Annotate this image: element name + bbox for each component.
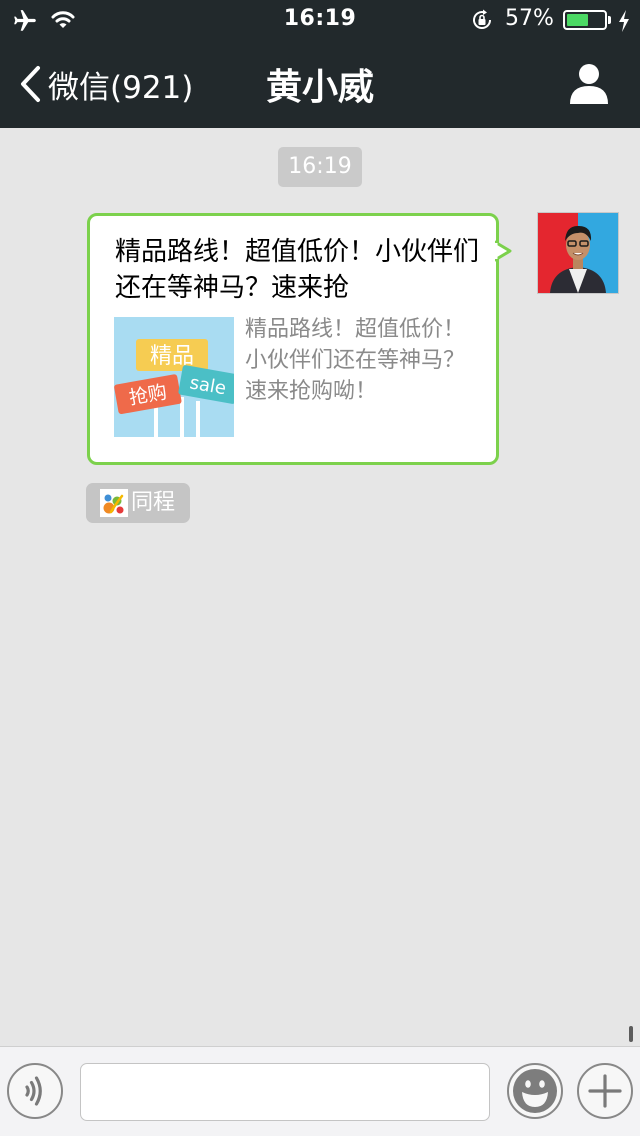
battery-percent: 57% xyxy=(505,6,554,31)
plus-icon xyxy=(588,1074,622,1108)
thumb-sign-top: 精品 xyxy=(150,344,194,369)
emoji-button[interactable] xyxy=(507,1063,563,1119)
more-button[interactable] xyxy=(577,1063,633,1119)
scroll-indicator xyxy=(629,1026,633,1042)
message-timestamp: 16:19 xyxy=(278,147,362,187)
message-title: 精品路线！超值低价！小伙伴们还在等神马？速来抢 xyxy=(115,237,480,303)
source-app-label: 同程 xyxy=(131,490,176,515)
rotation-lock-icon xyxy=(473,9,492,29)
chevron-left-icon xyxy=(21,66,40,102)
back-label: 微信(921) xyxy=(48,69,194,106)
message-description: 精品路线！超值低价！小伙伴们还在等神马？速来抢购呦！ xyxy=(245,317,466,404)
bubble-tail xyxy=(495,240,512,262)
message-input[interactable] xyxy=(80,1063,490,1121)
charging-bolt-icon xyxy=(619,10,629,32)
status-bar: 16:19 57% xyxy=(0,0,640,40)
shared-link-message[interactable]: 精品路线！超值低价！小伙伴们还在等神马？速来抢 精品 抢购 sale 精品路线！… xyxy=(87,213,499,465)
top-bar: 16:19 57% 微信(921) 黄小威 xyxy=(0,0,640,128)
smiley-icon xyxy=(513,1069,557,1113)
voice-button[interactable] xyxy=(7,1063,63,1119)
tongcheng-logo-icon xyxy=(100,489,128,517)
voice-icon xyxy=(25,1076,42,1106)
battery-nub xyxy=(608,16,611,24)
input-bar xyxy=(0,1046,640,1136)
back-button[interactable]: 微信(921) xyxy=(18,62,193,106)
battery-level-fill xyxy=(567,14,588,26)
avatar[interactable] xyxy=(537,212,619,294)
person-icon[interactable] xyxy=(566,62,612,104)
battery-icon xyxy=(563,10,607,30)
source-app-tag[interactable]: 同程 xyxy=(86,483,190,523)
promo-thumbnail: 精品 抢购 sale xyxy=(114,317,234,437)
